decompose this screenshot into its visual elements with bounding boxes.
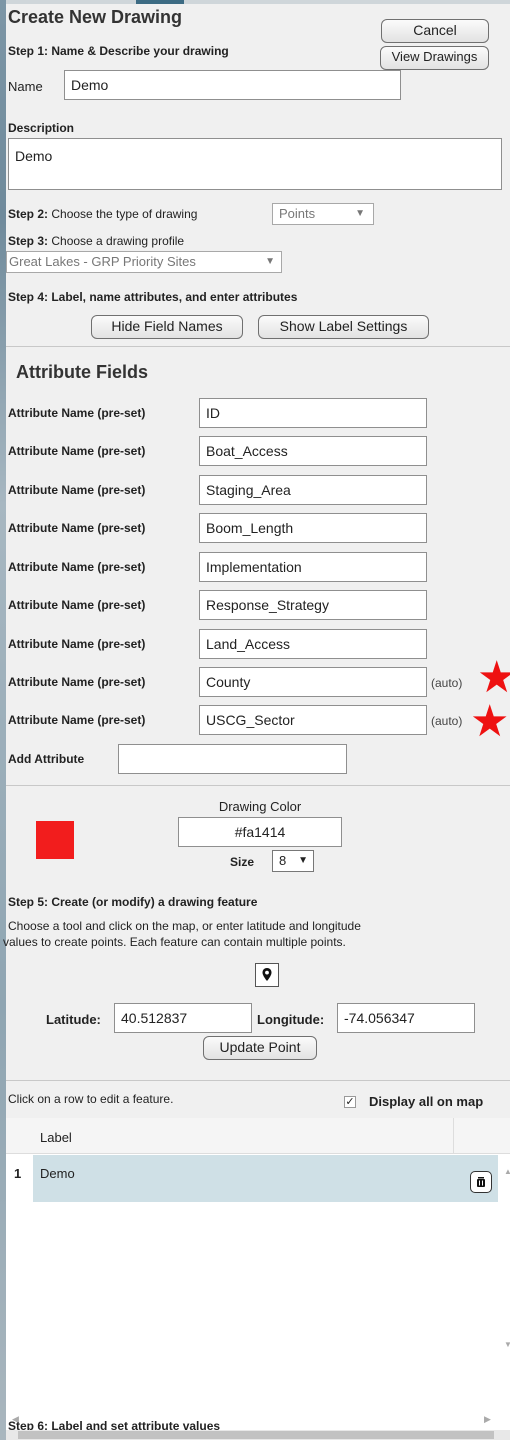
attribute-name-input[interactable]: USCG_Sector	[199, 705, 427, 735]
attribute-row-label: Attribute Name (pre-set)	[8, 483, 146, 497]
step4-label: Step 4: Label, name attributes, and ente…	[8, 290, 298, 304]
update-point-button[interactable]: Update Point	[203, 1036, 317, 1060]
scroll-up-arrow[interactable]: ▲	[504, 1167, 510, 1176]
longitude-label: Longitude:	[257, 1012, 325, 1027]
attribute-row-label: Attribute Name (pre-set)	[8, 675, 146, 689]
name-input[interactable]: Demo	[64, 70, 401, 100]
attribute-name-input[interactable]: County	[199, 667, 427, 697]
auto-badge: (auto)	[431, 676, 463, 690]
size-select[interactable]: 8 ▼	[272, 850, 314, 872]
attribute-name-input[interactable]: Staging_Area	[199, 475, 427, 505]
star-icon: ★	[470, 697, 510, 746]
point-tool-button[interactable]	[255, 963, 279, 987]
chevron-down-icon: ▼	[298, 855, 308, 866]
page-title: Create New Drawing	[8, 7, 183, 27]
star-icon: ★	[477, 653, 510, 702]
grid-header	[6, 1118, 510, 1154]
column-divider	[453, 1118, 454, 1154]
display-all-checkbox[interactable]: ✓	[344, 1096, 356, 1108]
longitude-input[interactable]: -74.056347	[337, 1003, 475, 1033]
attribute-name-input[interactable]: Implementation	[199, 552, 427, 582]
auto-badge: (auto)	[431, 714, 463, 728]
attribute-name-input[interactable]: Boom_Length	[199, 513, 427, 543]
color-swatch[interactable]	[36, 821, 74, 859]
attribute-row-label: Attribute Name (pre-set)	[8, 444, 146, 458]
row-index: 1	[14, 1166, 22, 1181]
scroll-down-arrow[interactable]: ▼	[504, 1340, 510, 1349]
marker-icon	[262, 968, 272, 981]
latitude-input[interactable]: 40.512837	[114, 1003, 252, 1033]
attribute-row-label: Attribute Name (pre-set)	[8, 521, 146, 535]
show-label-settings-button[interactable]: Show Label Settings	[258, 315, 429, 339]
table-row[interactable]	[33, 1155, 498, 1202]
scroll-right-arrow[interactable]: ▶	[484, 1414, 491, 1425]
size-value: 8	[279, 853, 287, 868]
drawing-color-label: Drawing Color	[218, 799, 302, 814]
attribute-name-input[interactable]: Land_Access	[199, 629, 427, 659]
attribute-name-input[interactable]: Boat_Access	[199, 436, 427, 466]
add-attribute-label: Add Attribute	[8, 752, 85, 766]
cancel-button[interactable]: Cancel	[381, 19, 489, 43]
description-label: Description	[8, 121, 75, 135]
chevron-down-icon: ▼	[265, 256, 275, 267]
hide-field-names-button[interactable]: Hide Field Names	[91, 315, 243, 339]
divider	[6, 1080, 510, 1081]
drawing-profile-select[interactable]: Great Lakes - GRP Priority Sites ▼	[6, 251, 282, 273]
color-hex-input[interactable]: #fa1414	[178, 817, 342, 847]
size-label: Size	[230, 855, 255, 869]
attribute-name-input[interactable]: Response_Strategy	[199, 590, 427, 620]
scrollbar-thumb[interactable]	[18, 1431, 494, 1439]
name-label: Name	[8, 79, 43, 94]
delete-feature-button[interactable]	[470, 1171, 492, 1193]
step3-label: Step 3: Choose a drawing profile	[8, 234, 185, 248]
attribute-fields-heading: Attribute Fields	[16, 362, 149, 382]
step5-label: Step 5: Create (or modify) a drawing fea…	[8, 895, 258, 909]
display-all-label: Display all on map	[369, 1094, 484, 1109]
horizontal-scrollbar[interactable]	[6, 1430, 510, 1440]
view-drawings-button[interactable]: View Drawings	[380, 46, 489, 70]
add-attribute-input[interactable]	[118, 744, 347, 774]
drawing-type-select[interactable]: Points ▼	[272, 203, 374, 225]
attribute-row-label: Attribute Name (pre-set)	[8, 406, 146, 420]
trash-icon	[477, 1177, 485, 1187]
column-header-label[interactable]: Label	[40, 1130, 72, 1145]
chevron-down-icon: ▼	[355, 208, 365, 219]
attribute-name-input[interactable]: ID	[199, 398, 427, 428]
attribute-row-label: Attribute Name (pre-set)	[8, 598, 146, 612]
features-hint: Click on a row to edit a feature.	[8, 1092, 174, 1106]
drawing-profile-value: Great Lakes - GRP Priority Sites	[9, 254, 196, 269]
step1-label: Step 1: Name & Describe your drawing	[8, 44, 229, 58]
attribute-row-label: Attribute Name (pre-set)	[8, 713, 146, 727]
description-textarea[interactable]: Demo	[8, 138, 502, 190]
row-label: Demo	[40, 1166, 75, 1181]
step5-help-line2: values to create points. Each feature ca…	[3, 935, 346, 949]
attribute-row-label: Attribute Name (pre-set)	[8, 637, 146, 651]
attribute-row-label: Attribute Name (pre-set)	[8, 560, 146, 574]
divider	[6, 346, 510, 347]
step2-label: Step 2: Choose the type of drawing	[8, 207, 198, 221]
divider	[6, 785, 510, 786]
drawing-type-value: Points	[279, 206, 316, 221]
latitude-label: Latitude:	[46, 1012, 101, 1027]
step5-help-line1: Choose a tool and click on the map, or e…	[8, 919, 361, 933]
